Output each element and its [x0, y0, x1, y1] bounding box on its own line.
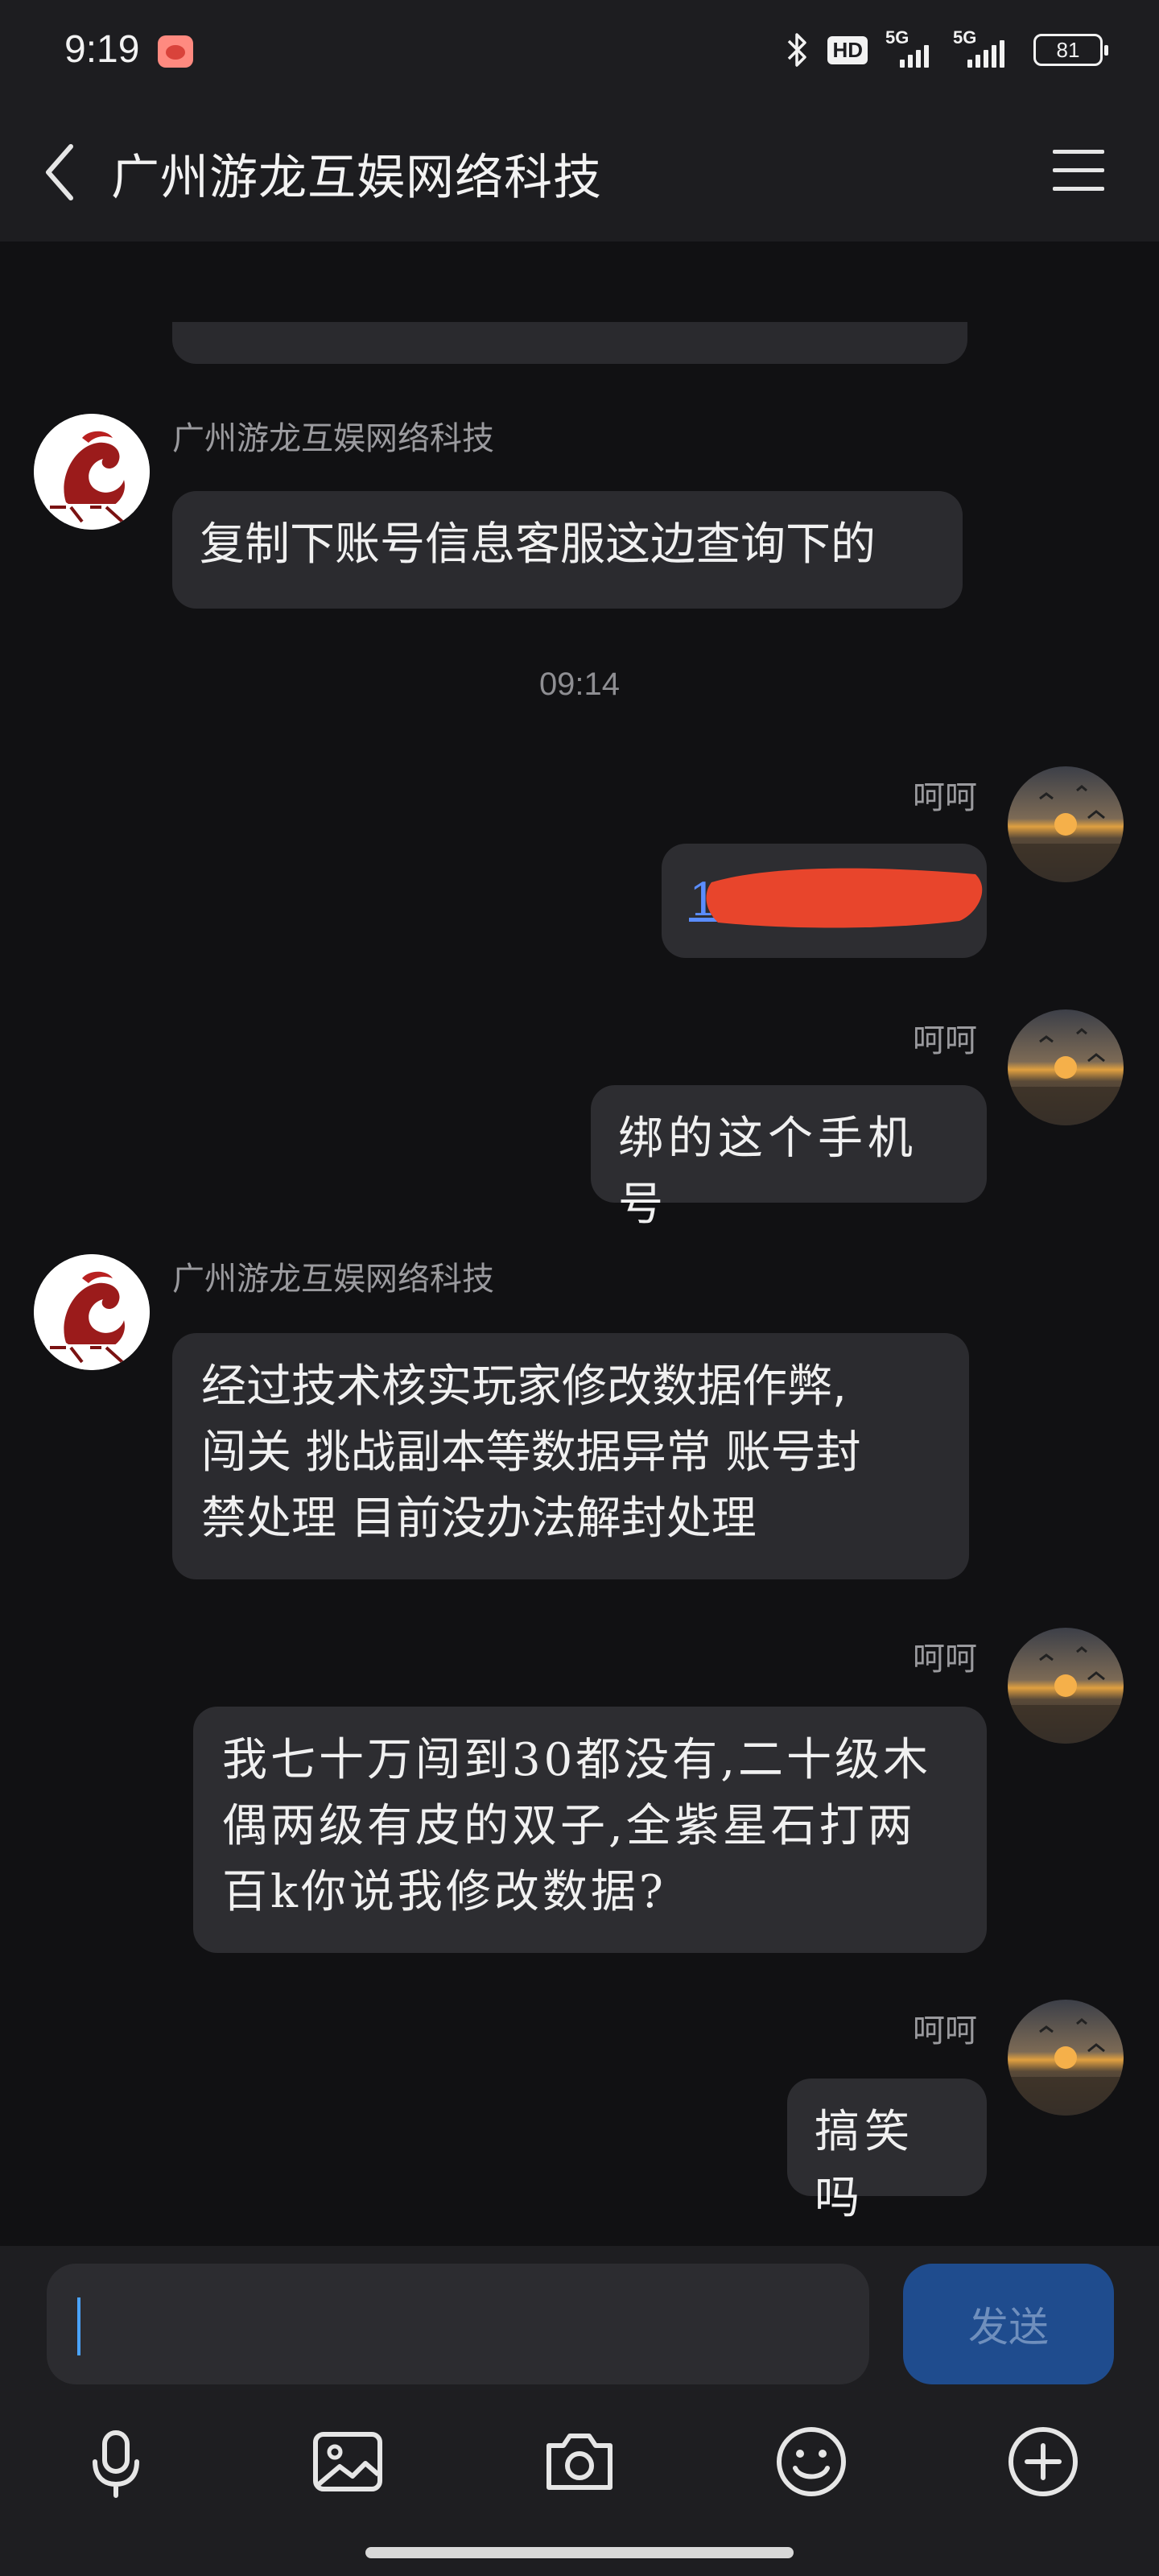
mic-icon[interactable] [76, 2421, 156, 2502]
company-avatar[interactable] [34, 414, 150, 530]
menu-icon[interactable] [1048, 145, 1112, 196]
chat-area[interactable]: 广州游龙互娱网络科技 复制下账号信息客服这边查询下的 09:14 呵呵 1 呵呵… [0, 242, 1159, 2246]
user-avatar[interactable] [1008, 766, 1124, 882]
sender-name: 呵呵 [913, 2013, 977, 2050]
app-notification-icon [158, 35, 193, 68]
message-line: 禁处理 目前没办法解封处理 [201, 1492, 757, 1545]
input-bar: 发送 [0, 2246, 1159, 2576]
user-avatar[interactable] [1008, 2000, 1124, 2116]
message-bubble[interactable]: 1 [662, 844, 987, 958]
sender-name: 呵呵 [913, 1641, 977, 1678]
battery-level: 81 [1056, 37, 1080, 62]
message-line: 我七十万闯到30都没有,二十级木 [222, 1734, 932, 1786]
sunset-birds-icon [1008, 2018, 1124, 2116]
signal-icon: 5G [885, 27, 935, 68]
redaction-scribble [706, 868, 983, 928]
status-time: 9:19 [64, 28, 140, 71]
bluetooth-icon [788, 33, 807, 67]
page-title: 广州游龙互娱网络科技 [111, 150, 602, 206]
text-caret [77, 2297, 80, 2355]
sunset-birds-icon [1008, 1028, 1124, 1125]
status-icons: HD 5G 5G 81 [786, 27, 1108, 71]
dragon-logo-icon [34, 414, 150, 530]
sender-name: 呵呵 [913, 1022, 977, 1059]
user-avatar[interactable] [1008, 1628, 1124, 1744]
camera-icon[interactable] [539, 2421, 620, 2502]
message-input[interactable] [47, 2264, 869, 2384]
message-line: 经过技术核实玩家修改数据作弊, [201, 1360, 847, 1413]
message-text: 复制下账号信息客服这边查询下的 [200, 518, 876, 571]
message-bubble[interactable]: 搞笑吗 [787, 2079, 987, 2224]
message-bubble[interactable]: 复制下账号信息客服这边查询下的 [172, 491, 963, 609]
message-bubble[interactable]: 绑的这个手机号 [591, 1085, 987, 1231]
sender-name: 广州游龙互娱网络科技 [172, 1261, 494, 1298]
message-bubble[interactable]: 我七十万闯到30都没有,二十级木 偶两级有皮的双子,全紫星石打两 百k你说我修改… [193, 1707, 987, 1953]
message-bubble-partial [172, 322, 967, 364]
message-line: 偶两级有皮的双子,全紫星石打两 [222, 1800, 916, 1852]
status-bar: 9:19 HD 5G 5G 81 [0, 0, 1159, 100]
user-avatar[interactable] [1008, 1009, 1124, 1125]
message-text: 搞笑吗 [815, 2106, 914, 2224]
plus-icon[interactable] [1003, 2421, 1083, 2502]
message-text: 绑的这个手机号 [618, 1113, 918, 1231]
message-timestamp: 09:14 [538, 667, 621, 702]
sunset-birds-icon [1008, 1646, 1124, 1744]
signal-label: 5G [885, 27, 909, 47]
send-button[interactable]: 发送 [903, 2264, 1114, 2384]
message-line: 闯关 挑战副本等数据异常 账号封 [201, 1426, 861, 1479]
nav-bar: 广州游龙互娱网络科技 [0, 100, 1159, 242]
signal-icon-2: 5G [953, 27, 1016, 68]
message-line: 百k你说我修改数据? [222, 1866, 666, 1918]
sunset-birds-icon [1008, 785, 1124, 882]
home-indicator[interactable] [365, 2547, 794, 2558]
sender-name: 呵呵 [913, 779, 977, 816]
hd-badge: HD [827, 35, 868, 64]
dragon-logo-icon [34, 1254, 150, 1370]
company-avatar[interactable] [34, 1254, 150, 1370]
back-icon[interactable] [37, 138, 85, 206]
signal-label-2: 5G [953, 27, 977, 47]
image-icon[interactable] [307, 2421, 388, 2502]
emoji-icon[interactable] [771, 2421, 852, 2502]
message-bubble[interactable]: 经过技术核实玩家修改数据作弊, 闯关 挑战副本等数据异常 账号封 禁处理 目前没… [172, 1333, 969, 1579]
sender-name: 广州游龙互娱网络科技 [172, 420, 494, 457]
battery-icon: 81 [1033, 34, 1108, 66]
